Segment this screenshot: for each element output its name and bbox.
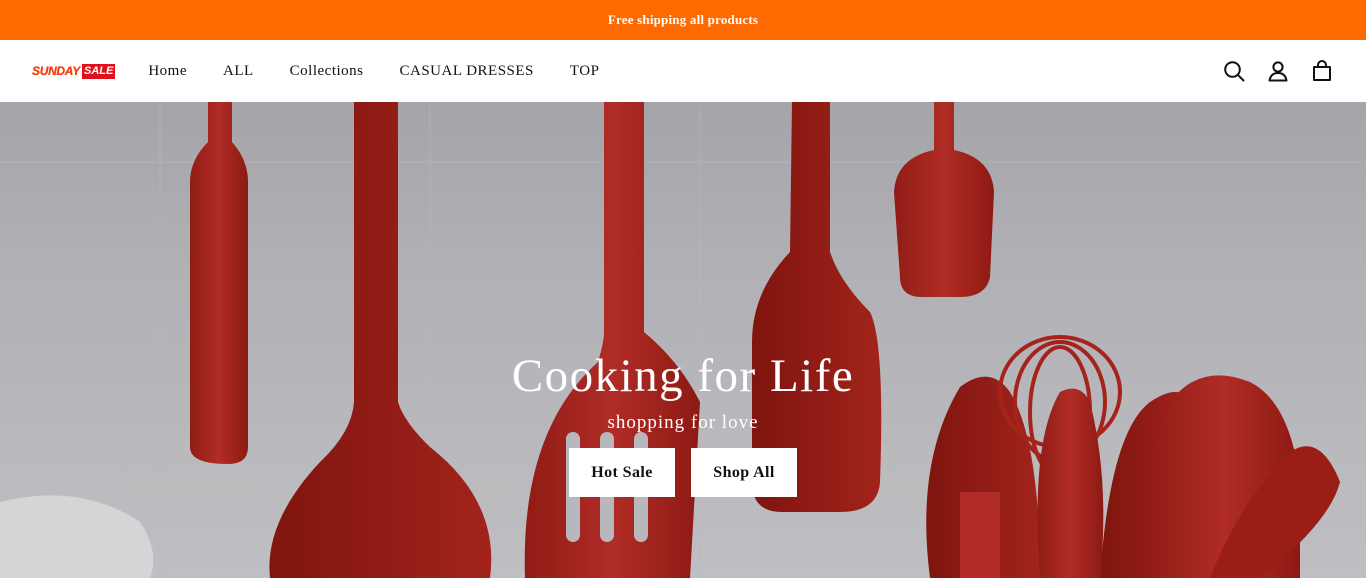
announcement-bar: Free shipping all products xyxy=(0,0,1366,40)
shop-all-button[interactable]: Shop All xyxy=(691,448,797,497)
header-icons xyxy=(1223,40,1333,102)
hero-content: Cooking for Life shopping for love Hot S… xyxy=(0,348,1366,497)
hero-title: Cooking for Life xyxy=(511,350,855,402)
site-header: SUNDAY SALE Home ALL Collections CASUAL … xyxy=(0,40,1366,102)
nav-item-top[interactable]: TOP xyxy=(570,63,600,80)
hero-overlay xyxy=(0,102,1366,578)
nav-item-collections[interactable]: Collections xyxy=(290,63,364,80)
logo-word-sale: SALE xyxy=(81,63,116,79)
search-icon[interactable] xyxy=(1223,60,1245,82)
hot-sale-button[interactable]: Hot Sale xyxy=(569,448,675,497)
main-nav: Home ALL Collections CASUAL DRESSES TOP xyxy=(148,63,635,80)
nav-item-all[interactable]: ALL xyxy=(223,63,254,80)
hero-subtitle: shopping for love xyxy=(607,412,759,433)
announcement-text: Free shipping all products xyxy=(607,12,759,27)
account-icon[interactable] xyxy=(1267,60,1289,82)
logo-word-sunday: SUNDAY xyxy=(32,64,80,78)
hero-banner: Cooking for Life shopping for love Hot S… xyxy=(0,102,1366,578)
nav-item-home[interactable]: Home xyxy=(148,63,187,80)
logo[interactable]: SUNDAY SALE xyxy=(32,61,116,81)
cart-icon[interactable] xyxy=(1311,60,1333,82)
nav-item-casual-dresses[interactable]: CASUAL DRESSES xyxy=(400,63,534,80)
hero-buttons: Hot Sale Shop All xyxy=(0,448,1366,497)
